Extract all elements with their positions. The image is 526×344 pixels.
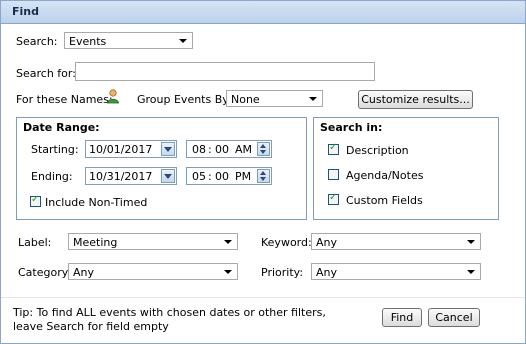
label-filter-value: Meeting [73,236,118,249]
include-non-timed-checkbox[interactable]: ✓ [30,194,41,207]
ending-hour[interactable]: 05 [192,170,206,183]
group-by-select[interactable]: None [226,90,323,107]
chevron-down-icon [224,240,232,244]
calendar-dropdown-icon[interactable] [161,169,175,183]
agenda-notes-label: Agenda/Notes [346,169,424,182]
check-icon: ✓ [31,194,40,205]
starting-date-picker[interactable]: 10/01/2017 [85,140,177,158]
group-by-value: None [231,93,260,106]
priority-filter-label: Priority: [261,266,304,279]
find-dialog: Find Search: Events Search for: For thes… [0,0,526,344]
date-range-title: Date Range: [23,121,100,134]
category-filter-select[interactable]: Any [68,263,238,280]
starting-hour[interactable]: 08 [192,143,206,156]
search-in-title: Search in: [320,121,383,134]
starting-ampm[interactable]: AM [235,143,252,156]
calendar-dropdown-icon[interactable] [161,142,175,156]
search-type-value: Events [69,35,107,48]
names-label: For these Names: [16,93,113,106]
time-separator: : [208,143,212,156]
starting-time-picker[interactable]: 08 : 00 AM [186,140,272,158]
keyword-filter-label: Keyword: [261,236,312,249]
dialog-title: Find [12,5,39,18]
spinner-icon[interactable] [257,142,270,156]
chevron-down-icon [467,240,475,244]
tip-text: Tip: To find ALL events with chosen date… [13,306,326,333]
label-filter-label: Label: [18,236,52,249]
customize-results-button[interactable]: Customize results... [358,90,473,109]
search-label: Search: [16,35,58,48]
category-filter-value: Any [73,266,95,279]
user-icon[interactable] [105,88,121,104]
check-icon: ✓ [329,192,338,203]
spinner-icon[interactable] [257,169,270,183]
custom-fields-label: Custom Fields [346,194,423,207]
starting-minute[interactable]: 00 [215,143,229,156]
ending-minute[interactable]: 00 [215,170,229,183]
keyword-filter-value: Any [316,236,338,249]
check-icon: ✓ [329,142,338,153]
category-filter-label: Category: [18,266,72,279]
starting-label: Starting: [31,143,79,156]
group-by-label: Group Events By: [137,93,232,106]
chevron-down-icon [309,97,317,101]
label-filter-select[interactable]: Meeting [68,233,238,250]
keyword-filter-select[interactable]: Any [311,233,481,250]
priority-filter-value: Any [316,266,338,279]
cancel-button[interactable]: Cancel [428,308,480,327]
chevron-down-icon [467,270,475,274]
ending-date-value: 10/31/2017 [89,170,153,183]
ending-date-picker[interactable]: 10/31/2017 [85,167,177,185]
include-non-timed-label: Include Non-Timed [45,196,148,209]
find-button[interactable]: Find [382,308,422,327]
ending-time-picker[interactable]: 05 : 00 PM [186,167,272,185]
agenda-notes-checkbox[interactable] [328,169,339,180]
search-for-label: Search for: [16,67,76,80]
chevron-down-icon [224,270,232,274]
description-checkbox[interactable]: ✓ [328,142,339,155]
ending-label: Ending: [31,170,73,183]
divider [1,297,525,298]
starting-date-value: 10/01/2017 [89,143,153,156]
chevron-down-icon [179,39,187,43]
title-bar: Find [1,1,525,24]
priority-filter-select[interactable]: Any [311,263,481,280]
ending-ampm[interactable]: PM [235,170,251,183]
time-separator: : [208,170,212,183]
description-label: Description [346,144,409,157]
search-type-select[interactable]: Events [64,32,193,49]
custom-fields-checkbox[interactable]: ✓ [328,192,339,205]
search-for-input[interactable] [75,62,375,81]
